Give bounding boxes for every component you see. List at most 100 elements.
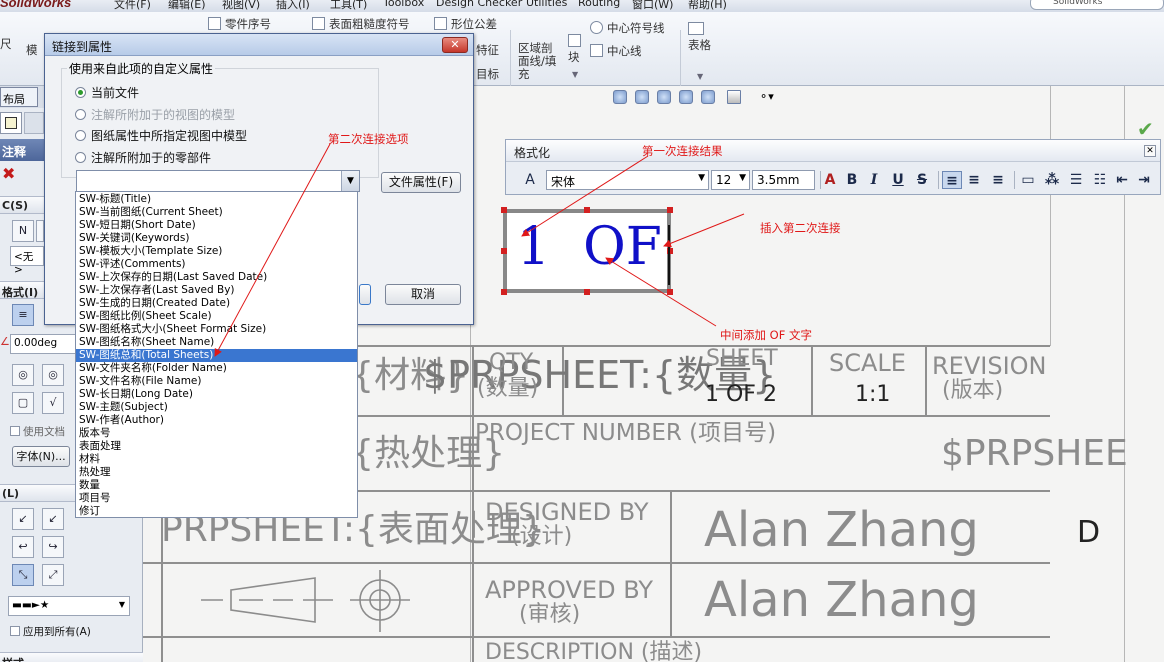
menu-edit[interactable]: 编辑(E) (168, 0, 206, 12)
file-properties-button[interactable]: 文件属性(F) (381, 172, 461, 193)
resize-handle[interactable] (501, 289, 507, 295)
list-item[interactable]: SW-图纸名称(Sheet Name) (76, 336, 357, 349)
list-item[interactable]: SW-长日期(Long Date) (76, 388, 357, 401)
note-text[interactable]: 1 OF (517, 221, 662, 273)
list-item[interactable]: SW-主题(Subject) (76, 401, 357, 414)
strikethrough-icon[interactable]: S (912, 171, 932, 189)
datum-target-button[interactable]: 目标 (476, 66, 499, 82)
frame-icon[interactable]: ▢ (12, 392, 34, 414)
font-icon[interactable]: A (520, 171, 540, 189)
use-doc-font-checkbox[interactable]: 使用文档 (10, 424, 65, 439)
table-button[interactable]: 表格 (688, 22, 711, 53)
zoom-area-icon[interactable] (635, 90, 649, 104)
resize-handle[interactable] (501, 248, 507, 254)
italic-icon[interactable]: I (864, 171, 884, 189)
align-center-icon[interactable]: ≡ (964, 171, 984, 189)
confirm-check-icon[interactable]: ✔ (1137, 117, 1154, 141)
note-text-box[interactable]: 1 OF (501, 207, 673, 295)
numbering-icon[interactable]: ☷ (1090, 171, 1110, 189)
list-item[interactable]: SW-图纸比例(Sheet Scale) (76, 310, 357, 323)
list-item[interactable]: 材料 (76, 453, 357, 466)
search-input[interactable]: SolidWorks (1030, 0, 1164, 10)
leader-style-icon[interactable]: ⤡ (12, 564, 34, 586)
menu-toolbox[interactable]: Toolbox (383, 0, 424, 9)
menu-view[interactable]: 视图(V) (222, 0, 260, 12)
tab-sheet-layout[interactable]: 布局 (0, 87, 38, 107)
angle-field[interactable]: 0.00deg (10, 334, 76, 354)
view-orientation-icon[interactable] (727, 90, 741, 104)
list-item[interactable]: SW-文件夹名称(Folder Name) (76, 362, 357, 375)
leader-style-icon[interactable]: ↙ (42, 508, 64, 530)
leader-style-icon[interactable]: ⤢ (42, 564, 64, 586)
property-manager-tab-icon[interactable] (0, 112, 22, 134)
list-item[interactable]: 表面处理 (76, 440, 357, 453)
list-item[interactable]: 版本号 (76, 427, 357, 440)
surface-finish-button[interactable]: 表面粗糙度符号 (312, 16, 410, 32)
list-item[interactable]: 数量 (76, 479, 357, 492)
list-item[interactable]: SW-当前图纸(Current Sheet) (76, 206, 357, 219)
center-mark-button[interactable]: 中心符号线 (590, 20, 665, 36)
ribbon-partial-item[interactable]: 模 (26, 42, 38, 58)
resize-handle[interactable] (667, 289, 673, 295)
indent-decrease-icon[interactable]: ⇤ (1112, 171, 1132, 189)
arrow-style-select[interactable]: ▬▬►★ ▼ (8, 596, 130, 616)
indent-increase-icon[interactable]: ⇥ (1134, 171, 1154, 189)
frame-icon[interactable]: ▭ (1018, 171, 1038, 189)
resize-handle[interactable] (584, 207, 590, 213)
list-item[interactable]: SW-标题(Title) (76, 193, 357, 206)
resize-handle[interactable] (584, 289, 590, 295)
leader-style-icon[interactable]: ↩ (12, 536, 34, 558)
font-height-field[interactable]: 3.5mm (752, 170, 815, 190)
menu-insert[interactable]: 插入(I) (276, 0, 310, 12)
datum-feature-button[interactable]: 特征 (476, 42, 499, 58)
list-item[interactable]: SW-作者(Author) (76, 414, 357, 427)
align-left-icon[interactable]: ≡ (12, 304, 34, 326)
previous-view-icon[interactable] (657, 90, 671, 104)
list-item[interactable]: SW-图纸格式大小(Sheet Format Size) (76, 323, 357, 336)
stack-icon[interactable]: ⁂ (1042, 171, 1062, 189)
list-item-selected[interactable]: SW-图纸总和(Total Sheets) (76, 349, 357, 362)
balloon-button[interactable]: 零件序号 (208, 16, 271, 32)
list-item[interactable]: 项目号 (76, 492, 357, 505)
ribbon-partial-item[interactable]: 尺 (0, 36, 12, 52)
menu-routing[interactable]: Routing (578, 0, 620, 9)
menu-utilities[interactable]: Utilities (526, 0, 567, 9)
apply-all-checkbox[interactable]: 应用到所有(A) (10, 624, 91, 639)
list-item[interactable]: SW-模板大小(Template Size) (76, 245, 357, 258)
menu-help[interactable]: 帮助(H) (688, 0, 727, 12)
text-color-icon[interactable]: A (820, 171, 840, 189)
zoom-to-fit-icon[interactable] (613, 90, 627, 104)
menu-file[interactable]: 文件(F) (114, 0, 151, 12)
font-select[interactable]: 宋体 ▼ (546, 170, 709, 190)
close-icon[interactable]: ✕ (442, 37, 468, 53)
list-item[interactable]: SW-评述(Comments) (76, 258, 357, 271)
bold-icon[interactable]: B (842, 171, 862, 189)
check-symbol-icon[interactable]: √ (42, 392, 64, 414)
list-item[interactable]: SW-关键词(Keywords) (76, 232, 357, 245)
ok-button[interactable] (359, 284, 371, 305)
menu-design-checker[interactable]: Design Checker (436, 0, 522, 9)
geometric-tolerance-button[interactable]: 形位公差 (434, 16, 497, 32)
cancel-x-icon[interactable]: ✖ (2, 164, 15, 183)
list-item[interactable]: SW-生成的日期(Created Date) (76, 297, 357, 310)
radio-current-file[interactable]: 当前文件 (75, 84, 139, 101)
leader-style-icon[interactable]: ↪ (42, 536, 64, 558)
display-style-icon[interactable] (701, 90, 715, 104)
property-dropdown-list[interactable]: SW-标题(Title) SW-当前图纸(Current Sheet) SW-短… (75, 191, 358, 518)
rotate-icon[interactable] (679, 90, 693, 104)
list-item[interactable]: SW-文件名称(File Name) (76, 375, 357, 388)
cancel-button[interactable]: 取消 (385, 284, 461, 305)
property-name-combo[interactable]: ▼ (76, 170, 360, 192)
list-item[interactable]: SW-上次保存者(Last Saved By) (76, 284, 357, 297)
leader-style-icon[interactable]: ↙ (12, 508, 34, 530)
text-link-icon[interactable]: N (12, 220, 34, 242)
format-icon[interactable]: ◎ (42, 364, 64, 386)
font-button[interactable]: 字体(N)... (12, 446, 70, 467)
link-property-icon[interactable] (36, 220, 44, 242)
font-size-select[interactable]: 12 ▼ (711, 170, 750, 190)
list-item[interactable]: SW-上次保存的日期(Last Saved Date) (76, 271, 357, 284)
resize-handle[interactable] (501, 207, 507, 213)
align-right-icon[interactable]: ≡ (988, 171, 1008, 189)
section-header[interactable]: 样式 (0, 652, 143, 662)
radio-view-model[interactable]: 注解所附加于的视图的模型 (75, 106, 235, 123)
